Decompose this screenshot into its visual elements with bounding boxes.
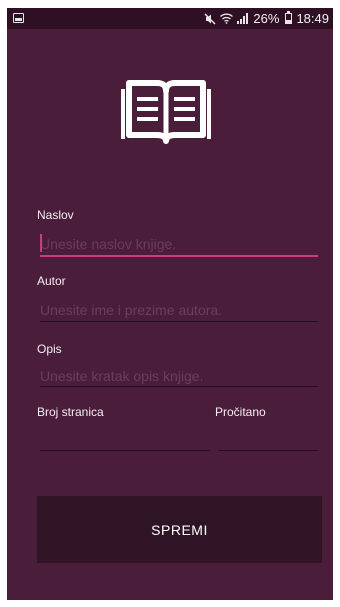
battery-icon (285, 11, 293, 24)
description-label: Opis (37, 342, 62, 356)
wifi-icon (220, 13, 234, 24)
pages-label: Broj stranica (37, 405, 104, 419)
pages-input[interactable] (40, 429, 210, 449)
status-indicators: 26% 18:49 (204, 11, 329, 26)
screenshot-icon (13, 13, 24, 23)
mute-icon (204, 12, 216, 25)
save-button[interactable]: SPREMI (37, 496, 322, 563)
title-input[interactable] (40, 234, 318, 254)
status-bar: 26% 18:49 (7, 8, 333, 29)
signal-icon (237, 13, 249, 24)
open-book-icon (121, 80, 211, 144)
title-label: Naslov (37, 208, 74, 222)
author-label: Autor (37, 274, 66, 288)
author-underline (40, 321, 318, 322)
status-time: 18:49 (296, 11, 329, 26)
description-underline (40, 386, 318, 387)
read-label: Pročitano (215, 405, 266, 419)
app-screen: 26% 18:49 Naslov Autor Opis Broj stranic… (7, 8, 333, 600)
author-input[interactable] (40, 300, 318, 320)
text-cursor (40, 234, 42, 252)
pages-underline (40, 450, 210, 451)
read-input[interactable] (219, 429, 318, 449)
description-input[interactable] (40, 366, 318, 386)
title-underline (40, 255, 318, 257)
battery-percent: 26% (253, 11, 280, 26)
read-underline (219, 450, 318, 451)
